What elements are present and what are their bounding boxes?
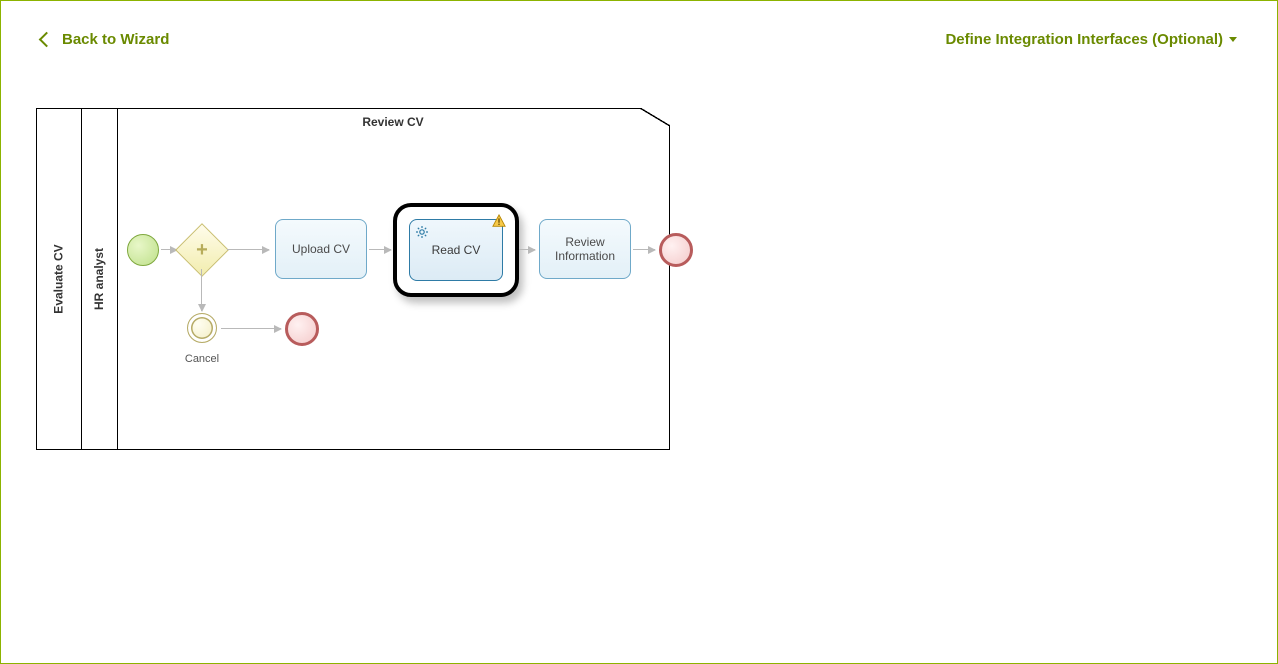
task-review-information[interactable]: Review Information: [539, 219, 631, 279]
start-event[interactable]: [127, 234, 159, 266]
caret-down-icon: [1229, 37, 1237, 42]
header-bar: Back to Wizard Define Integration Interf…: [1, 31, 1277, 48]
define-interfaces-dropdown[interactable]: Define Integration Interfaces (Optional): [945, 31, 1237, 48]
lane-title: Review CV: [117, 115, 669, 129]
end-event[interactable]: [659, 233, 693, 267]
app-frame: Back to Wizard Define Integration Interf…: [0, 0, 1278, 664]
bpmn-canvas[interactable]: Evaluate CV HR analyst Review CV + Uploa…: [36, 108, 670, 450]
flow-review-to-end: [633, 249, 655, 250]
cancel-event-label: Cancel: [177, 353, 227, 365]
lane-label[interactable]: HR analyst: [81, 109, 118, 449]
lane-body: Review CV + Upload CV: [117, 109, 669, 449]
back-to-wizard-link[interactable]: Back to Wizard: [41, 31, 169, 48]
plus-icon: +: [196, 240, 208, 260]
pool-label-text: Evaluate CV: [52, 244, 66, 313]
task-review-label: Review Information: [544, 235, 626, 263]
chevron-left-icon: [39, 32, 55, 48]
task-upload-label: Upload CV: [292, 242, 350, 256]
right-link-label: Define Integration Interfaces (Optional): [945, 31, 1223, 48]
task-read-label: Read CV: [432, 243, 481, 257]
task-upload-cv[interactable]: Upload CV: [275, 219, 367, 279]
task-read-cv-selection[interactable]: Read CV: [393, 203, 519, 297]
cancel-event[interactable]: [187, 313, 217, 343]
service-task-icon: [414, 224, 430, 240]
task-read-cv[interactable]: Read CV: [409, 219, 503, 281]
pool-label[interactable]: Evaluate CV: [37, 109, 82, 449]
warning-icon: [492, 214, 506, 228]
flow-cancel-to-terminate: [221, 328, 281, 329]
flow-gateway-to-upload: [227, 249, 269, 250]
flow-gateway-to-cancel: [201, 269, 202, 311]
flow-upload-to-read: [369, 249, 391, 250]
terminate-end-event[interactable]: [285, 312, 319, 346]
lane-label-text: HR analyst: [92, 248, 106, 310]
flow-read-to-review: [519, 249, 535, 250]
back-link-label: Back to Wizard: [62, 31, 169, 48]
